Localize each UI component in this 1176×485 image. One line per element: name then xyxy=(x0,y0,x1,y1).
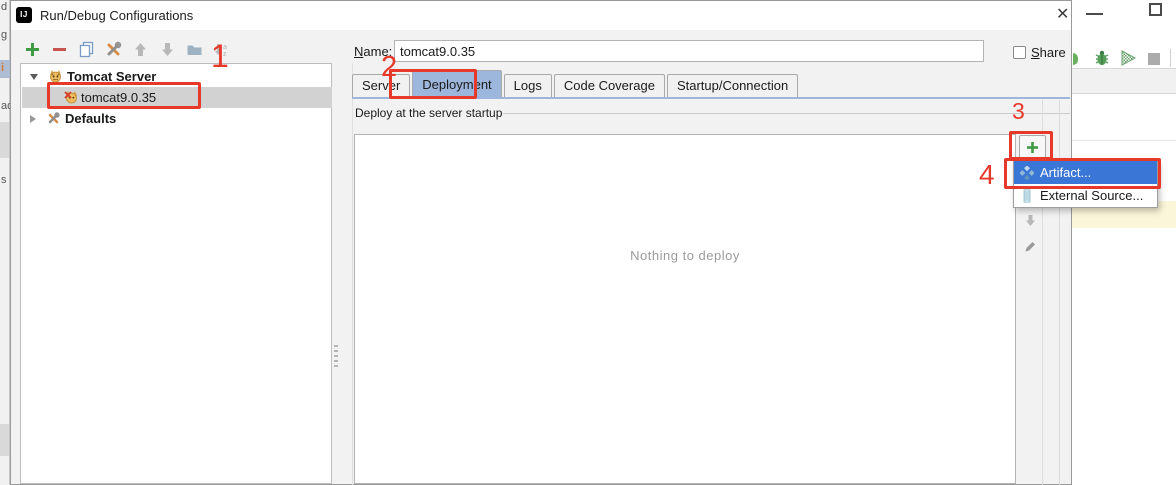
deploy-group-rule xyxy=(503,113,1070,114)
tree-item-label: Defaults xyxy=(65,111,116,126)
bg-text-fragment: d xyxy=(1,1,7,13)
bg-text-fragment: i xyxy=(1,62,4,74)
create-folder-button[interactable] xyxy=(186,41,203,58)
folder-icon xyxy=(186,41,203,58)
name-input[interactable] xyxy=(394,40,984,62)
minimize-button[interactable] xyxy=(1086,13,1103,15)
arrow-down-icon xyxy=(159,41,176,58)
deploy-list-panel xyxy=(354,134,1016,484)
minus-icon xyxy=(51,41,68,58)
intellij-logo-icon: IJ xyxy=(16,7,32,23)
remove-configuration-button[interactable] xyxy=(51,41,68,58)
maximize-button[interactable] xyxy=(1149,3,1162,16)
bg-toolbar-separator xyxy=(1170,49,1171,67)
bg-toolbar-band xyxy=(1072,68,1176,94)
edit-defaults-button[interactable] xyxy=(105,41,122,58)
menu-item-label: External Source... xyxy=(1040,188,1143,203)
expand-arrow-icon[interactable] xyxy=(30,74,38,80)
run-with-coverage-glyph xyxy=(1119,49,1137,67)
deploy-group-label: Deploy at the server startup xyxy=(355,106,502,120)
edit-deployment-button[interactable] xyxy=(1023,239,1038,254)
splitter-handle[interactable] xyxy=(334,345,338,367)
screenshot-canvas: d g i ad s xyxy=(0,0,1176,485)
bg-block xyxy=(0,424,9,456)
background-left-panel: d g i ad s xyxy=(0,0,10,485)
move-down-button[interactable] xyxy=(159,41,176,58)
panel-divider xyxy=(352,63,353,485)
collapse-arrow-icon[interactable] xyxy=(30,115,36,123)
external-source-icon xyxy=(1020,189,1034,203)
debug-bug-icon[interactable] xyxy=(1093,49,1111,67)
annotation-number-3: 3 xyxy=(1012,100,1025,123)
dialog-title: Run/Debug Configurations xyxy=(40,8,193,23)
bg-text-fragment: s xyxy=(1,174,7,186)
run-icon-partial xyxy=(1073,53,1078,65)
tab-startup-connection[interactable]: Startup/Connection xyxy=(667,74,798,97)
annotation-box-2 xyxy=(389,69,477,99)
defaults-wrench-icon xyxy=(46,111,61,126)
add-configuration-button[interactable] xyxy=(24,41,41,58)
run-with-coverage-icon[interactable] xyxy=(1119,49,1137,67)
wrench-icon xyxy=(105,41,122,58)
annotation-number-4: 4 xyxy=(979,161,995,189)
annotation-box-3 xyxy=(1009,131,1053,160)
stop-button[interactable] xyxy=(1148,53,1160,65)
close-icon[interactable]: ✕ xyxy=(1056,5,1069,25)
arrow-down-icon xyxy=(1023,213,1038,228)
empty-state-text: Nothing to deploy xyxy=(354,248,1016,263)
move-up-button[interactable] xyxy=(132,41,149,58)
tree-item-defaults[interactable]: Defaults xyxy=(22,108,332,129)
tab-code-coverage[interactable]: Code Coverage xyxy=(554,74,665,97)
debug-bug-glyph xyxy=(1093,49,1111,67)
configurations-toolbar: a z xyxy=(24,41,230,58)
share-checkbox[interactable] xyxy=(1013,46,1026,59)
annotation-number-1: 1 xyxy=(211,40,229,72)
plus-icon xyxy=(24,41,41,58)
copy-configuration-button[interactable] xyxy=(78,41,95,58)
annotation-number-2: 2 xyxy=(381,53,397,82)
annotation-box-1 xyxy=(47,82,201,109)
move-down-deployment-button[interactable] xyxy=(1023,213,1038,228)
arrow-up-icon xyxy=(132,41,149,58)
share-label[interactable]: Share xyxy=(1031,45,1066,60)
bg-block xyxy=(0,122,9,158)
pencil-icon xyxy=(1023,239,1038,254)
configurations-tree: Tomcat Server tomcat9.0.35 xyxy=(20,63,332,484)
copy-icon xyxy=(78,41,95,58)
annotation-box-4 xyxy=(1004,158,1161,189)
bg-text-fragment: g xyxy=(1,29,7,41)
tab-logs[interactable]: Logs xyxy=(504,74,552,97)
bg-divider-line xyxy=(1072,140,1176,141)
